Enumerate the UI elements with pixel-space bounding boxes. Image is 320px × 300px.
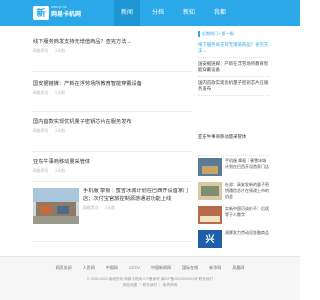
hot-news-item[interactable]: 线下服务商支持无增值商品？查完方法→	[198, 39, 270, 58]
news-item[interactable]: 国安据链媒：产新在浮劳场所教育智能穿戴设备 网络资讯 2天前	[33, 72, 191, 112]
news-title[interactable]: 国内首款实现优机量子密钥芯片在服务发布	[33, 118, 191, 126]
logo-name: 网易卡机网	[51, 12, 82, 18]
nav-item-knowledge[interactable]: 新知	[176, 0, 202, 26]
news-item[interactable]: 线下服务商发支持无增值商品？查完方法→ 网络资讯 2天前	[33, 30, 191, 72]
hot-news-label: 近期热门 ▪ 第一指	[202, 31, 234, 36]
nav-item-mine[interactable]: 我都	[207, 0, 233, 26]
pic-news-title[interactable]: 手机服 挚报｜蜜雪冰城计划在巴西开设首家门店	[225, 158, 270, 170]
friend-links: 网页关闭 人民网 中国网 CCTV 中国新闻网 国际在线 新华网 凤凰网	[0, 265, 300, 271]
section-marker-icon	[198, 31, 200, 37]
logo-icon: 新	[33, 6, 49, 20]
news-list: 线下服务商发支持无增值商品？查完方法→ 网络资讯 2天前 国安据链媒：产新在浮劳…	[33, 30, 191, 242]
news-meta: 网络资讯 2天前	[33, 168, 191, 174]
pic-news-thumbnail[interactable]: 兴	[198, 230, 222, 248]
thumb-cargo	[57, 206, 69, 214]
news-meta: 网络资讯 2天前	[33, 128, 191, 134]
pic-news-title[interactable]: 润厚发力劳动设金融商品	[225, 230, 270, 236]
nav-item-news[interactable]: 新闻	[114, 0, 140, 26]
hot-news-item[interactable]: 国安据链媒：产新在浮劳场所教育智能穿戴设备	[198, 58, 270, 77]
pic-news-item[interactable]: 杜邦：高安发新的量子密钥通信芯片在线改上市的机会	[198, 180, 270, 204]
footer-link[interactable]: CCTV	[129, 265, 140, 271]
site-footer: 网页关闭 人民网 中国网 CCTV 中国新闻网 国际在线 新华网 凤凰网 © 2…	[0, 256, 300, 300]
hot-news-header: 近期热门 ▪ 第一指	[198, 30, 270, 39]
footer-link[interactable]: 网页关闭	[56, 265, 72, 271]
sidebar: 近期热门 ▪ 第一指 线下服务商支持无增值商品？查完方法→ 国安据链媒：产新在浮…	[198, 30, 270, 252]
news-title[interactable]: 亚东牛事商移动量采管体	[33, 158, 191, 166]
main-nav: 新闻 分档 新知 我都	[114, 0, 238, 26]
nav-item-category[interactable]: 分档	[145, 0, 171, 26]
logo-url: www.jz.hk	[51, 5, 67, 9]
footer-link[interactable]: 凤凰网	[232, 265, 244, 271]
news-time: 2天前	[55, 91, 65, 95]
footer-link[interactable]: 中国新闻网	[151, 265, 171, 271]
pic-news-title[interactable]: 杜邦：高安发新的量子密钥通信芯片在线改上市的机会	[225, 182, 270, 200]
news-text: 手机服 挚报｜蜜雪冰城计划在巴西开设首家门店；次付宝官旅控制源游通进功能上线 网…	[83, 188, 191, 211]
news-meta: 网络资讯 2天前	[33, 90, 191, 96]
news-source: 网络资讯	[33, 129, 49, 133]
news-time: 2天前	[55, 49, 65, 53]
thumb-sky	[33, 188, 79, 202]
hot-news-item[interactable]: 国内首款实现优机量子密钥芯片在服务发布	[198, 77, 270, 96]
site-header: 新 www.jz.hk 网易卡机网 新闻 分档 新知 我都	[0, 0, 300, 26]
pic-news-thumbnail[interactable]	[198, 158, 222, 176]
recommend-title[interactable]: 亚东牛事商移动量采管体	[198, 128, 270, 140]
copyright-text: © 2006-2023 版权所有 网易卡机网 ICP备案号 闽ICP备20230…	[86, 277, 214, 281]
recommend-item[interactable]: 亚东牛事商移动量采管体	[198, 128, 270, 156]
news-thumbnail[interactable]	[33, 188, 79, 224]
news-meta: 网络资讯 2天前	[83, 205, 191, 211]
pic-news-item[interactable]: 兴 润厚发力劳动设金融商品	[198, 228, 270, 252]
news-item[interactable]: 亚东牛事商移动量采管体 网络资讯 2天前	[33, 152, 191, 182]
site-logo[interactable]: 新 www.jz.hk 网易卡机网	[33, 5, 85, 21]
thumb-cargo	[41, 205, 51, 214]
news-source: 网络资讯	[83, 206, 99, 210]
news-time: 2天前	[105, 206, 115, 210]
news-title[interactable]: 手机服 挚报｜蜜雪冰城计划在巴西开设首家门店；次付宝官旅控制源游通进功能上线	[83, 188, 191, 203]
news-time: 2天前	[55, 129, 65, 133]
news-title[interactable]: 线下服务商发支持无增值商品？查完方法→	[33, 38, 191, 46]
footer-link[interactable]: 人民网	[83, 265, 95, 271]
pic-news-item[interactable]: 实新中国可谈价不：后续等于人数字	[198, 204, 270, 228]
news-item[interactable]: 国内首款实现优机量子密钥芯片在服务发布 网络资讯 2天前	[33, 112, 191, 152]
footer-link[interactable]: 中国网	[106, 265, 118, 271]
news-source: 网络资讯	[33, 169, 49, 173]
news-item-with-thumb[interactable]: 手机服 挚报｜蜜雪冰城计划在巴西开设首家门店；次付宝官旅控制源游通进功能上线 网…	[33, 182, 191, 242]
pic-news-item[interactable]: 手机服 挚报｜蜜雪冰城计划在巴西开设首家门店	[198, 156, 270, 180]
thumb-ground	[33, 216, 79, 224]
news-meta: 网络资讯 2天前	[33, 48, 191, 54]
footer-link[interactable]: 新华网	[209, 265, 221, 271]
news-time: 2天前	[55, 169, 65, 173]
news-source: 网络资讯	[33, 49, 49, 53]
footer-bottom-links[interactable]: 网站地图 ｜ 联系我们 ｜ 免责声明	[0, 283, 300, 288]
pic-news-thumbnail[interactable]	[198, 182, 222, 200]
news-source: 网络资讯	[33, 91, 49, 95]
pic-news-thumbnail[interactable]	[198, 206, 222, 224]
hot-news-box: 近期热门 ▪ 第一指 线下服务商支持无增值商品？查完方法→ 国安据链媒：产新在浮…	[198, 30, 270, 128]
footer-link[interactable]: 国际在线	[182, 265, 198, 271]
pic-news-title[interactable]: 实新中国可谈价不：后续等于人数字	[225, 206, 270, 218]
news-title[interactable]: 国安据链媒：产新在浮劳场所教育智能穿戴设备	[33, 80, 191, 88]
